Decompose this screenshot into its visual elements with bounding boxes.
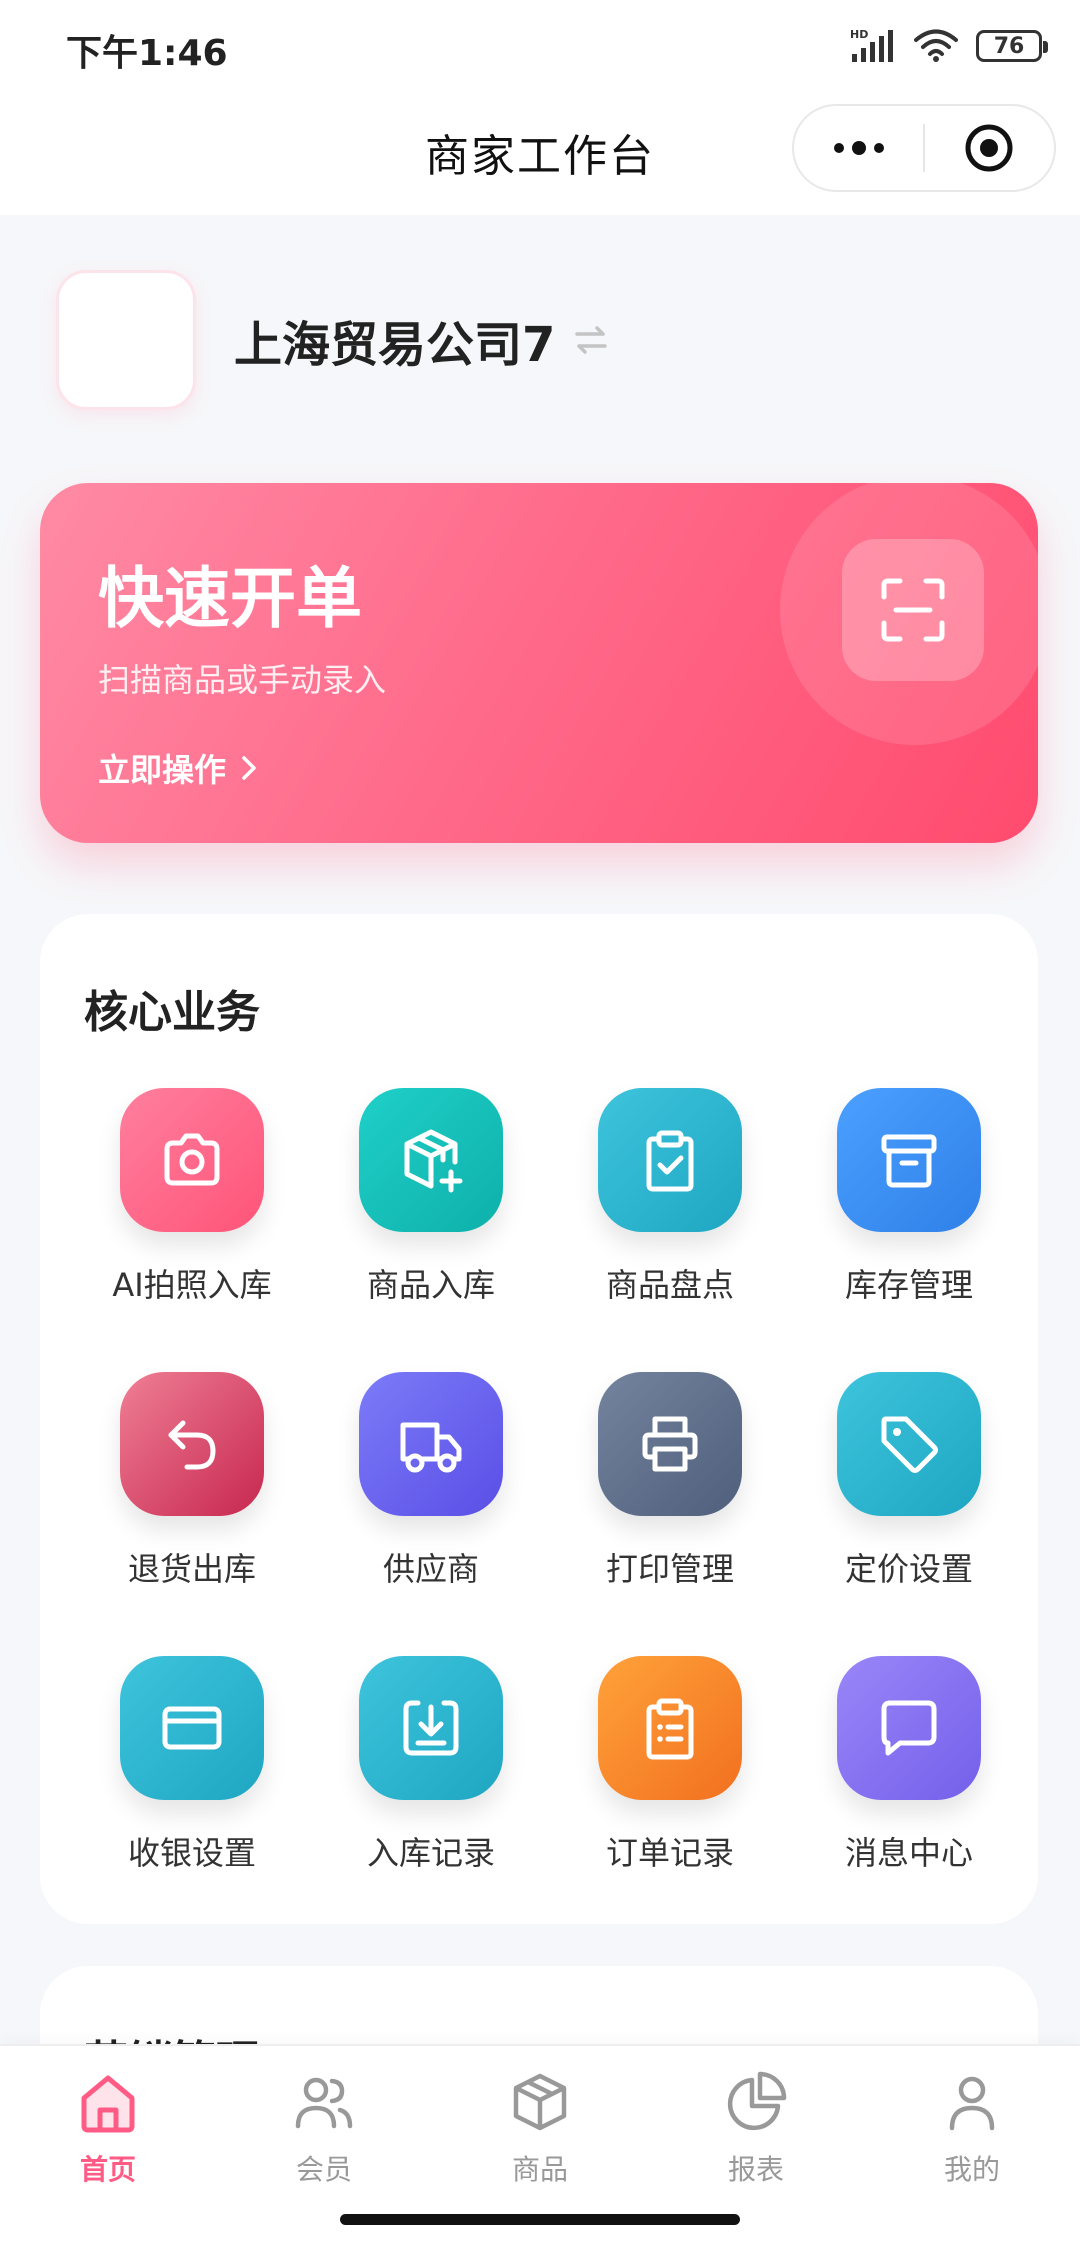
tab-home[interactable]: 首页 xyxy=(0,2060,216,2200)
grid-item-order-records[interactable]: 订单记录 xyxy=(548,1656,788,1906)
grid-item-label: 收银设置 xyxy=(127,1834,256,1872)
user-icon xyxy=(949,2076,995,2131)
status-icons: HD 76 xyxy=(850,24,1048,68)
wifi-icon xyxy=(914,29,958,62)
return-icon xyxy=(168,1420,216,1470)
product-box-icon xyxy=(513,2073,567,2131)
tab-label: 会员 xyxy=(295,2153,352,2186)
box-add-icon xyxy=(404,1129,463,1193)
grid-item-label: 入库记录 xyxy=(366,1834,495,1872)
grid-item-label: AI拍照入库 xyxy=(112,1266,272,1304)
grid-item-return-stockout[interactable]: 退货出库 xyxy=(70,1372,310,1622)
truck-icon xyxy=(400,1422,462,1473)
home-icon xyxy=(81,2075,135,2133)
status-bar: 下午1:46 HD 76 xyxy=(0,0,1080,90)
quick-order-subtitle: 扫描商品或手动录入 xyxy=(98,661,387,699)
merchant-name: 上海贸易公司7 xyxy=(234,317,556,373)
tag-icon xyxy=(881,1416,938,1473)
grid-item-label: 退货出库 xyxy=(127,1550,256,1588)
printer-icon xyxy=(642,1416,698,1472)
grid-item-stockin-records[interactable]: 入库记录 xyxy=(309,1656,549,1906)
card-icon xyxy=(162,1706,222,1750)
chevron-right-icon xyxy=(242,756,256,780)
more-button[interactable] xyxy=(794,106,923,190)
grid-item-label: 库存管理 xyxy=(844,1266,973,1304)
grid-item-product-stockin[interactable]: 商品入库 xyxy=(309,1088,549,1338)
tab-mine[interactable]: 我的 xyxy=(864,2060,1080,2200)
quick-order-title: 快速开单 xyxy=(98,560,362,637)
merchant-header[interactable]: 上海贸易公司7 xyxy=(56,270,611,410)
archive-icon xyxy=(881,1134,937,1188)
camera-icon xyxy=(164,1133,220,1186)
grid-icon-box xyxy=(359,1656,503,1800)
scan-button[interactable] xyxy=(842,539,984,681)
grid-item-label: 订单记录 xyxy=(605,1834,734,1872)
grid-icon-box xyxy=(120,1372,264,1516)
grid-icon-box xyxy=(359,1088,503,1232)
grid-item-message-center[interactable]: 消息中心 xyxy=(787,1656,1027,1906)
tab-label: 首页 xyxy=(79,2153,136,2186)
core-business-card: 核心业务 AI拍照入库 商品入库 商品盘点 库存管理 退货出库 供应商 打印管理… xyxy=(40,914,1038,1924)
grid-icon-box xyxy=(359,1372,503,1516)
grid-icon-box xyxy=(598,1656,742,1800)
nav-bar: 商家工作台 xyxy=(0,90,1080,215)
grid-icon-box xyxy=(598,1088,742,1232)
grid-item-supplier[interactable]: 供应商 xyxy=(309,1372,549,1622)
battery-indicator: 76 xyxy=(976,30,1048,62)
grid-item-label: 商品入库 xyxy=(366,1266,495,1304)
clipboard-check-icon xyxy=(646,1130,694,1192)
grid-item-label: 打印管理 xyxy=(605,1550,734,1588)
tab-reports[interactable]: 报表 xyxy=(648,2060,864,2200)
download-icon xyxy=(403,1700,459,1756)
grid-item-product-inventory-check[interactable]: 商品盘点 xyxy=(548,1088,788,1338)
battery-level: 76 xyxy=(993,33,1025,59)
close-program-button[interactable] xyxy=(925,106,1054,190)
members-icon xyxy=(295,2077,353,2129)
message-icon xyxy=(881,1700,937,1756)
grid-item-label: 消息中心 xyxy=(844,1834,973,1872)
more-dots-icon xyxy=(833,141,884,155)
grid-icon-box xyxy=(837,1656,981,1800)
status-time: 下午1:46 xyxy=(66,33,228,74)
cellular-signal-icon: HD xyxy=(850,28,893,62)
tab-label: 报表 xyxy=(727,2153,784,2186)
order-list-icon xyxy=(646,1698,694,1760)
home-indicator[interactable] xyxy=(340,2214,740,2225)
grid-icon-box xyxy=(598,1372,742,1516)
grid-item-ai-photo-stockin[interactable]: AI拍照入库 xyxy=(70,1088,310,1338)
core-business-title: 核心业务 xyxy=(84,987,260,1038)
grid-item-cashier-settings[interactable]: 收银设置 xyxy=(70,1656,310,1906)
pie-chart-icon xyxy=(727,2071,787,2131)
grid-item-print-management[interactable]: 打印管理 xyxy=(548,1372,788,1622)
grid-item-label: 供应商 xyxy=(382,1550,479,1588)
grid-icon-box xyxy=(120,1656,264,1800)
grid-icon-box xyxy=(837,1088,981,1232)
tab-members[interactable]: 会员 xyxy=(216,2060,432,2200)
svg-text:HD: HD xyxy=(850,28,868,41)
mini-program-capsule xyxy=(792,104,1056,192)
tab-label: 商品 xyxy=(511,2153,568,2186)
grid-item-pricing-settings[interactable]: 定价设置 xyxy=(787,1372,1027,1622)
quick-order-action[interactable]: 立即操作 xyxy=(98,745,258,791)
grid-item-label: 商品盘点 xyxy=(605,1266,734,1304)
grid-icon-box xyxy=(837,1372,981,1516)
quick-order-action-label: 立即操作 xyxy=(98,751,227,789)
tab-label: 我的 xyxy=(943,2153,1000,2186)
grid-icon-box xyxy=(120,1088,264,1232)
quick-order-card[interactable]: 快速开单 扫描商品或手动录入 立即操作 xyxy=(40,483,1038,843)
switch-arrows-icon[interactable] xyxy=(571,320,611,360)
target-circle-icon xyxy=(965,124,1013,172)
tab-products[interactable]: 商品 xyxy=(432,2060,648,2200)
scan-icon xyxy=(881,578,945,642)
grid-item-stock-management[interactable]: 库存管理 xyxy=(787,1088,1027,1338)
grid-item-label: 定价设置 xyxy=(844,1550,973,1588)
merchant-logo xyxy=(56,270,196,410)
